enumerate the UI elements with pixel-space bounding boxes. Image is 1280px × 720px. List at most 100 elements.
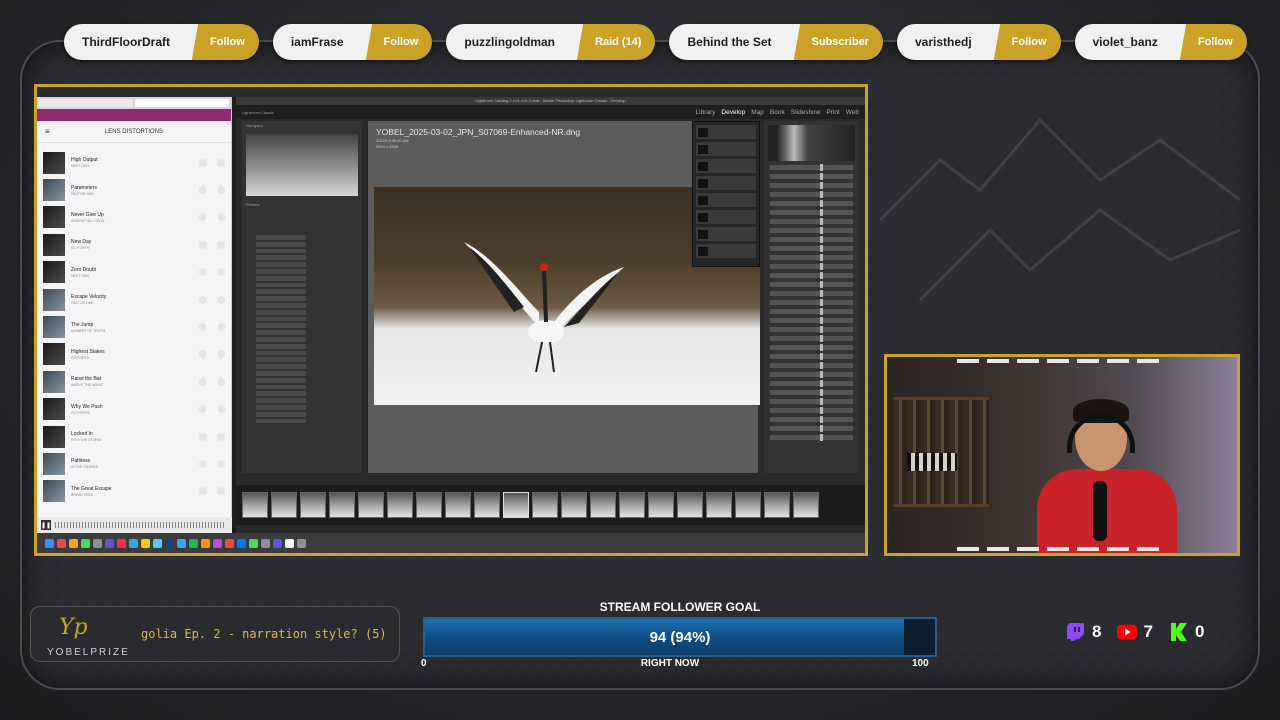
filmstrip-thumb[interactable] [561, 492, 587, 518]
module-print[interactable]: Print [826, 109, 839, 116]
adjustment-slider[interactable] [770, 227, 853, 234]
more-icon[interactable] [217, 158, 225, 167]
module-develop[interactable]: Develop [721, 109, 745, 116]
more-icon[interactable] [217, 213, 225, 222]
preset-item[interactable] [246, 391, 358, 397]
adjustment-slider[interactable] [770, 299, 853, 306]
preset-item[interactable] [246, 323, 358, 329]
more-icon[interactable] [217, 240, 225, 249]
app-icon[interactable] [285, 538, 294, 548]
preset-item[interactable] [246, 275, 358, 281]
more-icon[interactable] [217, 295, 225, 304]
preset-item[interactable] [246, 302, 358, 308]
preset-item[interactable] [246, 289, 358, 295]
app-icon[interactable] [69, 538, 78, 548]
add-icon[interactable] [199, 487, 207, 496]
finder-icon[interactable] [45, 538, 54, 548]
preset-item[interactable] [246, 343, 358, 349]
add-icon[interactable] [199, 186, 207, 195]
adjustment-slider[interactable] [770, 182, 853, 189]
profile-item[interactable] [696, 125, 756, 139]
filmstrip-thumb[interactable] [271, 492, 297, 518]
filmstrip-thumb[interactable] [764, 492, 790, 518]
module-slideshow[interactable]: Slideshow [791, 109, 821, 116]
lightroom-icon[interactable] [165, 538, 174, 548]
preset-item[interactable] [246, 248, 358, 254]
module-library[interactable]: Library [696, 109, 716, 116]
app-icon[interactable] [129, 538, 138, 548]
app-icon[interactable] [57, 538, 66, 548]
preset-item[interactable] [246, 255, 358, 261]
app-icon[interactable] [81, 538, 90, 548]
adjustment-slider[interactable] [770, 272, 853, 279]
adjustment-slider[interactable] [770, 218, 853, 225]
profile-item[interactable] [696, 244, 756, 258]
adjustment-slider[interactable] [770, 263, 853, 270]
filmstrip-thumb[interactable] [619, 492, 645, 518]
preset-item[interactable] [246, 296, 358, 301]
list-item[interactable]: Pathless IN THE SILENCE [43, 450, 225, 477]
adjustment-slider[interactable] [770, 308, 853, 315]
filmstrip-thumb[interactable] [445, 492, 471, 518]
trash-icon[interactable] [297, 538, 306, 548]
adjustment-slider[interactable] [770, 317, 853, 324]
adjustment-slider[interactable] [770, 362, 853, 369]
preset-item[interactable] [246, 241, 358, 247]
adjustment-slider[interactable] [770, 164, 853, 171]
add-icon[interactable] [199, 432, 207, 441]
adjustment-slider[interactable] [770, 398, 853, 405]
presets-label[interactable]: Presets [242, 200, 362, 209]
preset-item[interactable] [246, 309, 358, 315]
preset-item[interactable] [246, 235, 358, 240]
adjustment-slider[interactable] [770, 335, 853, 342]
more-icon[interactable] [217, 459, 225, 468]
adjustment-slider[interactable] [770, 245, 853, 252]
filmstrip-thumb[interactable] [677, 492, 703, 518]
preset-item[interactable] [246, 330, 358, 335]
module-map[interactable]: Map [751, 109, 764, 116]
profile-item[interactable] [696, 142, 756, 156]
profile-item[interactable] [696, 210, 756, 224]
photoshop-icon[interactable] [177, 538, 186, 548]
filmstrip-thumb[interactable] [648, 492, 674, 518]
add-icon[interactable] [199, 377, 207, 386]
more-icon[interactable] [217, 487, 225, 496]
preset-item[interactable] [246, 336, 358, 342]
adjustment-slider[interactable] [770, 389, 853, 396]
more-icon[interactable] [217, 405, 225, 414]
adjustment-slider[interactable] [770, 209, 853, 216]
filmstrip-thumb[interactable] [300, 492, 326, 518]
browser-tab[interactable] [39, 99, 133, 107]
preset-item[interactable] [246, 268, 358, 274]
app-icon[interactable] [117, 538, 126, 548]
pause-icon[interactable]: ❚❚ [41, 520, 51, 530]
list-item[interactable]: Parameters FACTOR ONE [43, 176, 225, 203]
discord-icon[interactable] [273, 538, 282, 548]
preset-item[interactable] [246, 404, 358, 410]
app-icon[interactable] [225, 538, 234, 548]
app-icon[interactable] [105, 538, 114, 548]
filmstrip-thumb[interactable] [387, 492, 413, 518]
list-item[interactable]: High Output NEXT GEN [43, 149, 225, 176]
add-icon[interactable] [199, 459, 207, 468]
preset-item[interactable] [246, 370, 358, 376]
preset-item[interactable] [246, 282, 358, 288]
list-item[interactable]: Zero Doubt NEXT GEN [43, 259, 225, 286]
filmstrip-thumb[interactable] [532, 492, 558, 518]
adjustment-slider[interactable] [770, 425, 853, 432]
app-icon[interactable] [249, 538, 258, 548]
add-icon[interactable] [199, 158, 207, 167]
list-item[interactable]: Escape Velocity FACTOR ONE [43, 286, 225, 313]
adjustment-slider[interactable] [770, 254, 853, 261]
adjustment-slider[interactable] [770, 416, 853, 423]
filmstrip-thumb[interactable] [329, 492, 355, 518]
preset-item[interactable] [246, 262, 358, 267]
adjustment-slider[interactable] [770, 200, 853, 207]
list-item[interactable]: Why We Push GO FORTH [43, 396, 225, 423]
preset-item[interactable] [246, 418, 358, 424]
add-icon[interactable] [199, 350, 207, 359]
profile-item[interactable] [696, 227, 756, 241]
profile-item[interactable] [696, 159, 756, 173]
adjustment-slider[interactable] [770, 236, 853, 243]
list-item[interactable]: Raise the Bar ABOVE THE NOISE [43, 368, 225, 395]
